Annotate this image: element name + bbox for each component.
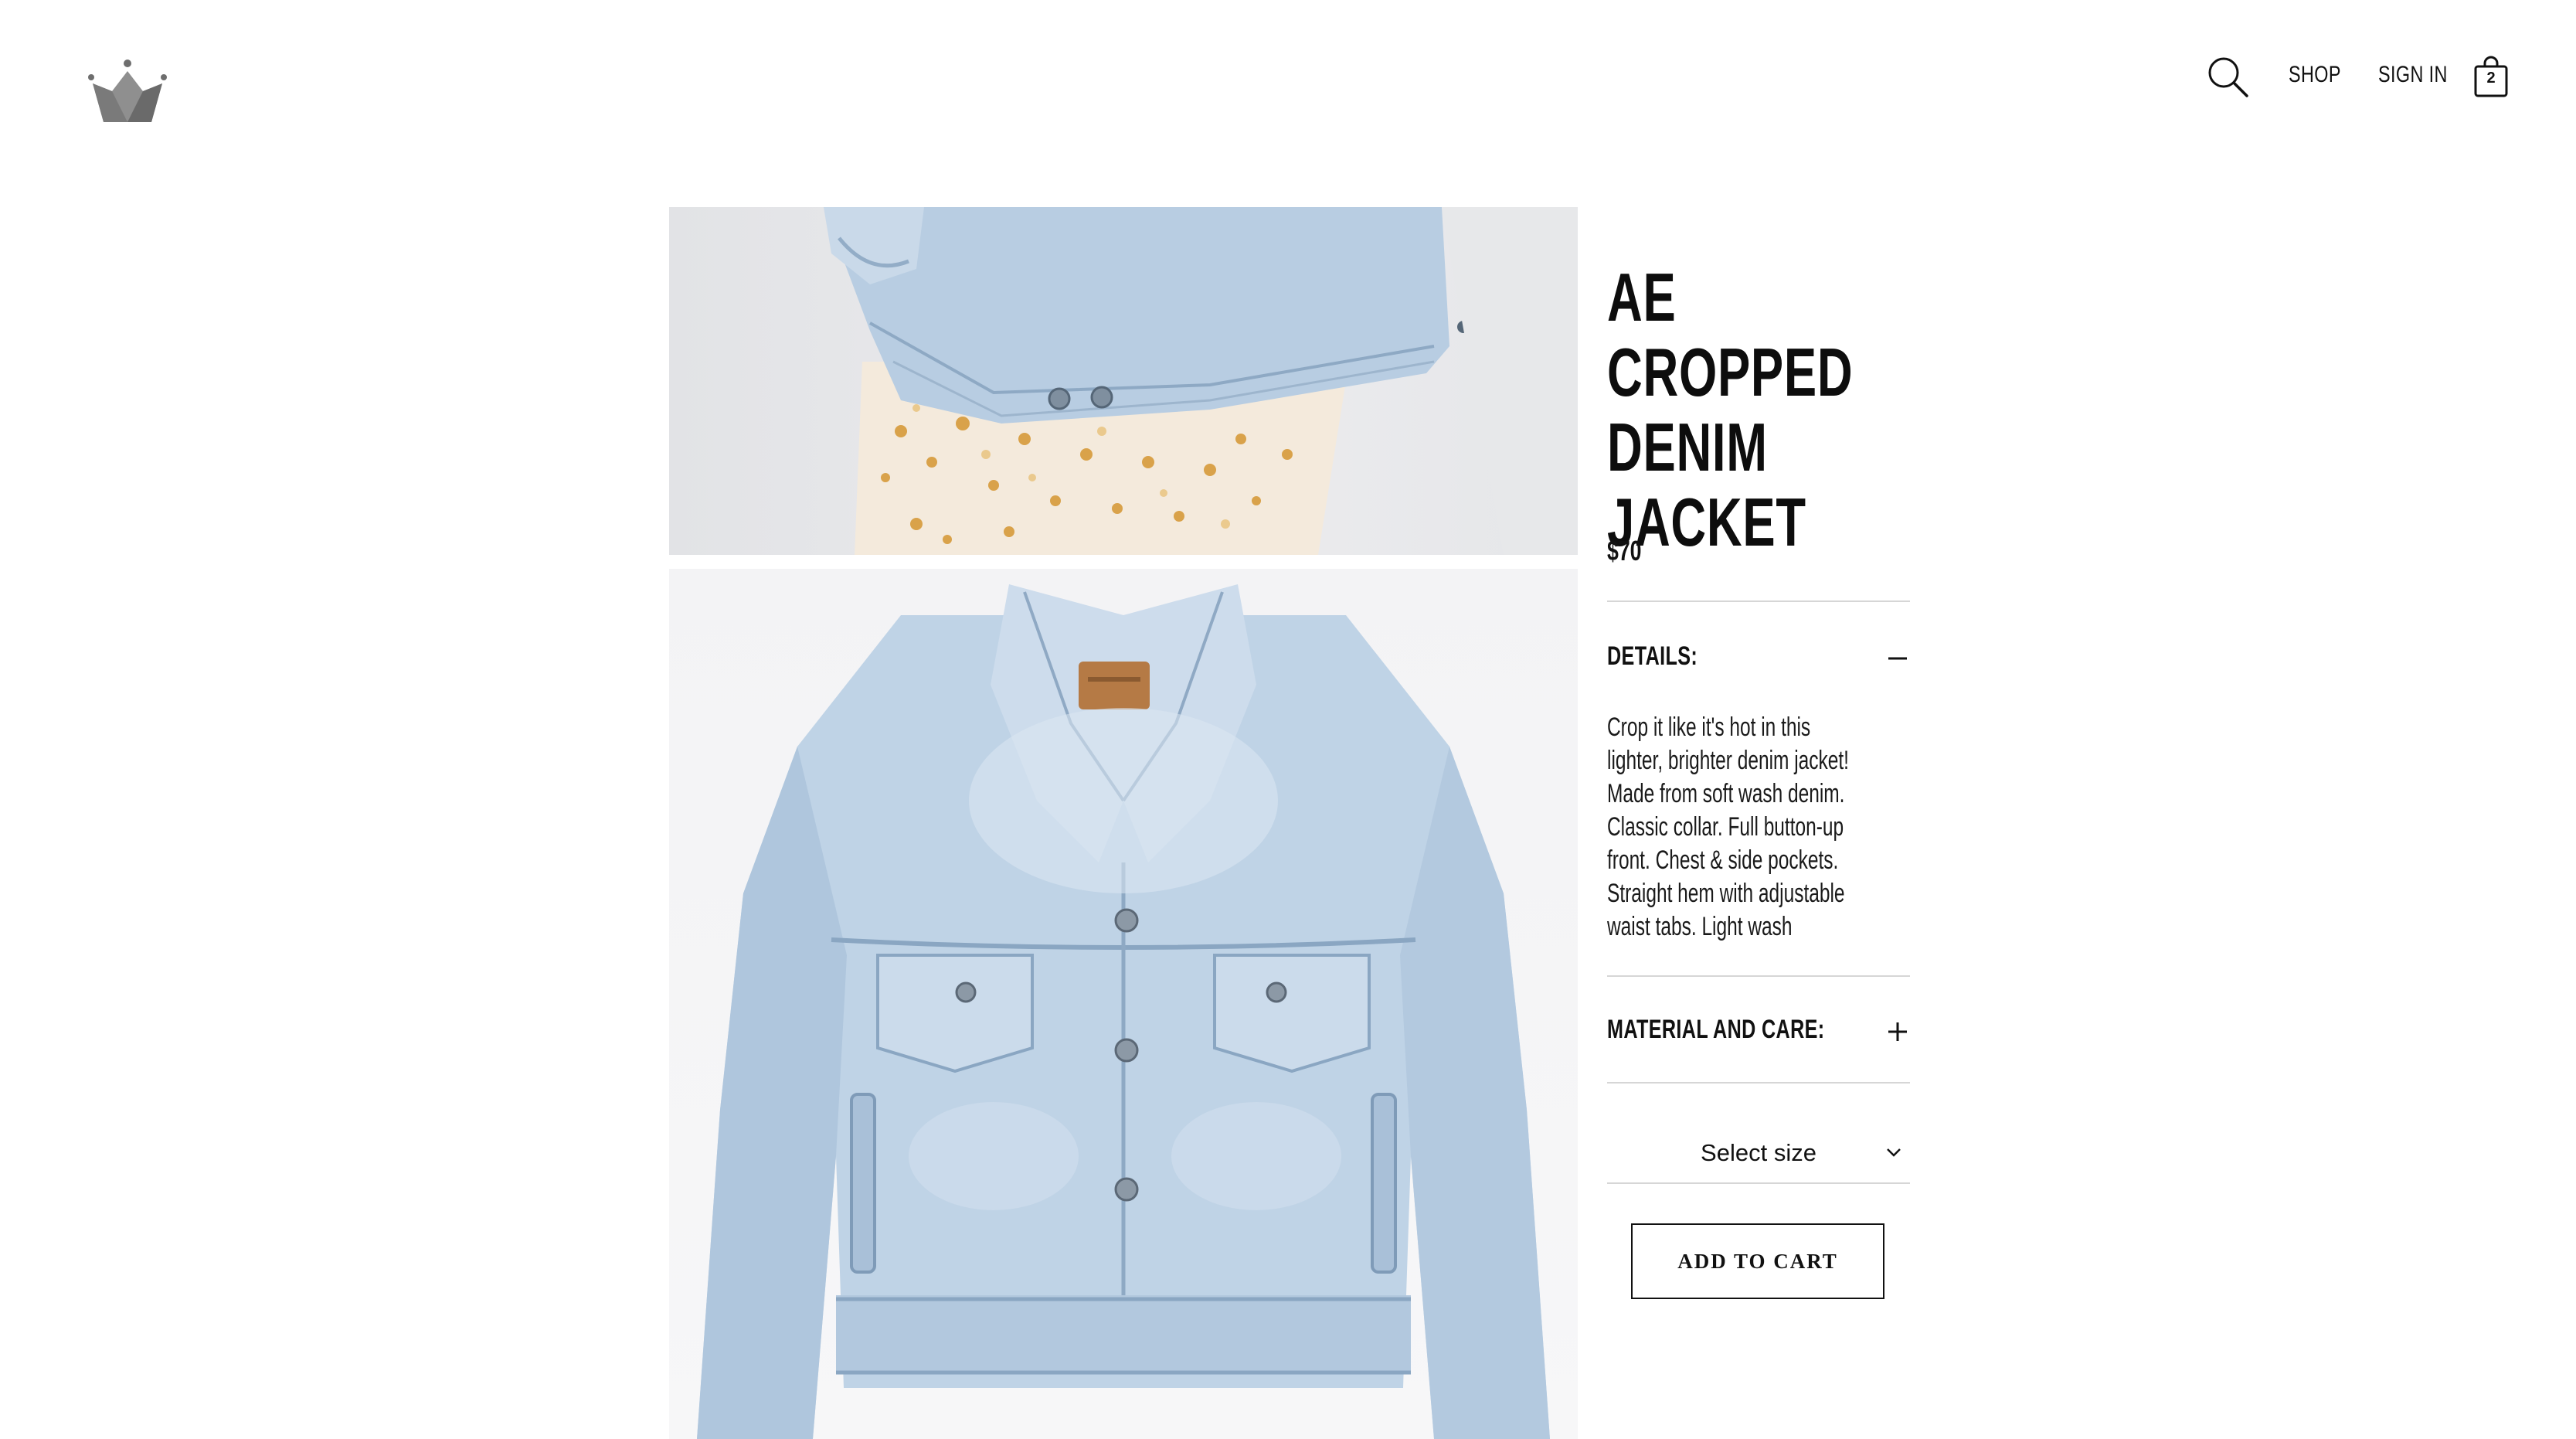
minus-icon[interactable] <box>1885 646 1910 671</box>
divider <box>1607 1082 1910 1084</box>
details-line: waist tabs. Light wash <box>1607 912 1793 941</box>
product-image-flat-lay[interactable] <box>669 569 1578 1439</box>
add-to-cart-button[interactable]: ADD TO CART <box>1631 1223 1884 1299</box>
shopping-bag-icon[interactable]: 2 <box>2472 56 2510 99</box>
size-select-value: Select size <box>1701 1139 1816 1166</box>
cart-count-badge: 2 <box>2486 70 2496 87</box>
plus-icon[interactable] <box>1885 1019 1910 1044</box>
details-line: Crop it like it's hot in this <box>1607 713 1811 742</box>
details-line: Straight hem with adjustable <box>1607 879 1845 908</box>
material-care-heading[interactable]: MATERIAL AND CARE: <box>1607 1015 1825 1045</box>
details-line: lighter, brighter denim jacket! <box>1607 746 1849 775</box>
product-title: AE CROPPED DENIM JACKET <box>1607 260 1918 560</box>
product-image-top[interactable] <box>669 207 1578 555</box>
details-line: Classic collar. Full button-up <box>1607 812 1844 842</box>
details-description: Crop it like it's hot in this lighter, b… <box>1607 711 1918 944</box>
nav-sign-in-link[interactable]: SIGN IN <box>2378 62 2448 88</box>
details-line: front. Chest & side pockets. <box>1607 845 1839 875</box>
search-icon[interactable] <box>2207 56 2250 99</box>
size-select[interactable]: Select size <box>1607 1125 1910 1181</box>
site-header: SHOP SIGN IN 2 <box>0 0 2576 155</box>
divider <box>1607 600 1910 602</box>
divider <box>1607 1182 1910 1184</box>
divider <box>1607 975 1910 977</box>
details-heading[interactable]: DETAILS: <box>1607 641 1698 672</box>
product-title-line: JACKET <box>1607 484 1806 560</box>
chevron-down-icon <box>1885 1147 1902 1158</box>
crown-logo-icon[interactable] <box>85 57 170 124</box>
details-line: Made from soft wash denim. <box>1607 779 1845 808</box>
product-title-line: AE CROPPED <box>1607 259 1854 410</box>
product-price: $70 <box>1607 535 1642 566</box>
product-title-line: DENIM <box>1607 409 1768 485</box>
nav-shop-link[interactable]: SHOP <box>2289 62 2341 88</box>
